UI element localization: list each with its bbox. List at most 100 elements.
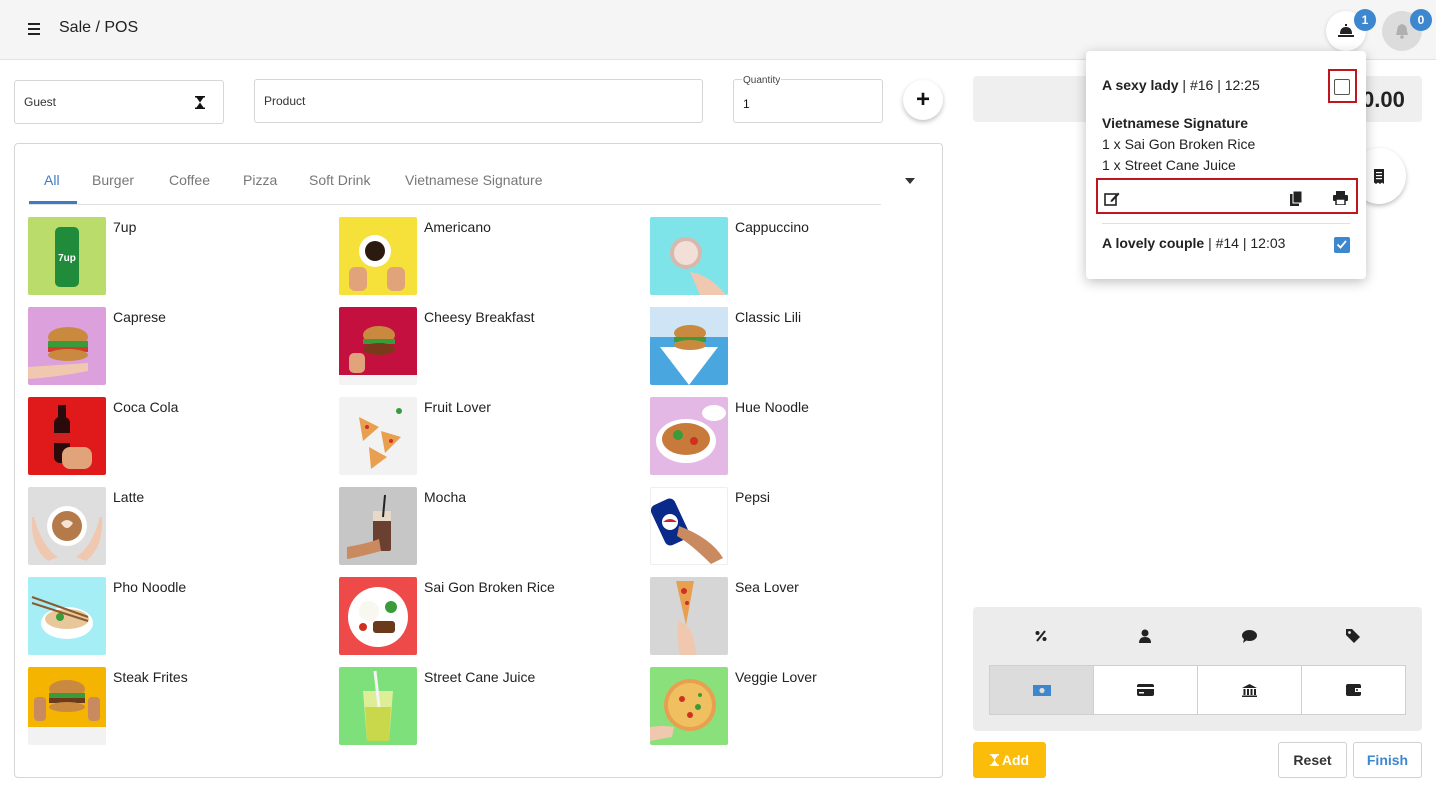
note-comment-icon[interactable] [1239,627,1259,645]
order-category: Vietnamese Signature [1102,115,1249,131]
hamburger-menu-icon[interactable] [24,20,44,40]
product-image [339,397,417,475]
tabs-dropdown-icon[interactable] [905,178,915,184]
active-tab-indicator [29,201,77,204]
product-image [339,217,417,295]
product-name: Hue Noodle [735,399,809,415]
product-name: Veggie Lover [735,669,817,685]
product-name: Classic Lili [735,309,802,325]
product-image [28,577,106,655]
pending-orders-popup: A sexy lady | #16 | 12:25 Vietnamese Sig… [1086,51,1366,279]
product-name: Cappuccino [735,219,809,235]
product-name: Pho Noodle [113,579,187,595]
product-name: Sai Gon Broken Rice [424,579,555,595]
product-card[interactable]: Caprese [28,307,328,387]
product-card[interactable]: Americano [339,217,639,297]
hourglass-icon [989,754,999,766]
print-order-icon[interactable] [1331,189,1349,207]
order-header[interactable]: A sexy lady | #16 | 12:25 [1102,77,1260,93]
tab-all[interactable]: All [44,172,60,188]
product-card[interactable]: Cappuccino [650,217,950,297]
product-card[interactable]: Pho Noodle [28,577,328,657]
receipt-icon [1374,168,1384,184]
product-image [28,667,106,745]
hourglass-icon[interactable] [195,96,205,109]
product-card[interactable]: Cheesy Breakfast [339,307,639,387]
orders-count-badge: 1 [1354,9,1376,31]
product-name: Street Cane Juice [424,669,536,685]
tab-soft-drink[interactable]: Soft Drink [309,172,370,188]
add-product-button[interactable]: + [903,80,943,120]
product-card[interactable]: Latte [28,487,328,567]
customer-icon[interactable] [1135,627,1155,645]
guest-input[interactable]: Guest [14,80,224,124]
copy-order-icon[interactable] [1287,189,1305,207]
service-bell-icon [1338,24,1354,37]
product-image [339,487,417,565]
reset-button[interactable]: Reset [1278,742,1347,778]
order-meta: | #16 | 12:25 [1178,77,1260,93]
product-card[interactable]: Coca Cola [28,397,328,477]
product-image [28,397,106,475]
plus-icon: + [915,86,930,113]
pay-bank-button[interactable] [1198,666,1302,714]
order-select-checkbox[interactable] [1334,237,1350,253]
product-card[interactable]: Steak Frites [28,667,328,747]
order-select-checkbox[interactable] [1334,79,1350,95]
product-image [650,487,728,565]
product-card[interactable]: Sai Gon Broken Rice [339,577,639,657]
product-name: Mocha [424,489,467,505]
tab-burger[interactable]: Burger [92,172,134,188]
orders-bell-button[interactable]: 1 [1326,9,1376,51]
product-name: Cheesy Breakfast [424,309,535,325]
quantity-value: 1 [743,97,750,111]
product-name: Fruit Lover [424,399,491,415]
product-image [339,577,417,655]
discount-percent-icon[interactable] [1031,627,1051,645]
tag-icon[interactable] [1343,627,1363,645]
edit-order-icon[interactable] [1103,189,1121,207]
tab-vietnamese-signature[interactable]: Vietnamese Signature [405,172,543,188]
highlight-frame [1096,178,1358,214]
product-name: Caprese [113,309,166,325]
quantity-field[interactable]: Quantity 1 [733,75,883,123]
tab-coffee[interactable]: Coffee [169,172,210,188]
notifications-count-badge: 0 [1410,9,1432,31]
product-card[interactable]: Classic Lili [650,307,950,387]
checkmark-icon [1336,240,1347,249]
product-card[interactable]: Hue Noodle [650,397,950,477]
product-image [28,307,106,385]
finish-button[interactable]: Finish [1353,742,1422,778]
page-title: Sale / POS [59,19,139,36]
product-image [650,217,728,295]
product-image [650,667,728,745]
product-card[interactable]: 7up 7up [28,217,328,297]
tab-pizza[interactable]: Pizza [243,172,277,188]
order-guest-name: A lovely couple [1102,235,1205,251]
product-card[interactable]: Sea Lover [650,577,950,657]
product-card[interactable]: Pepsi [650,487,950,567]
product-card[interactable]: Fruit Lover [339,397,639,477]
product-image [339,307,417,385]
product-placeholder: Product [264,94,306,108]
payment-methods [989,665,1406,715]
order-header[interactable]: A lovely couple | #14 | 12:03 [1102,235,1285,251]
pay-card-button[interactable] [1094,666,1198,714]
add-pending-order-button[interactable]: Add [973,742,1046,778]
pay-wallet-button[interactable] [1302,666,1405,714]
bank-icon [1242,683,1257,697]
bell-icon [1396,24,1408,39]
total-amount: 0.00 [1362,87,1405,112]
pay-cash-button[interactable] [990,666,1094,714]
product-card[interactable]: Street Cane Juice [339,667,639,747]
product-card[interactable]: Mocha [339,487,639,567]
add-button-label: Add [1001,752,1030,768]
svg-text:7up: 7up [58,253,76,264]
notifications-button[interactable]: 0 [1382,9,1432,51]
product-card[interactable]: Veggie Lover [650,667,950,747]
product-image [339,667,417,745]
product-search-input[interactable]: Product [254,79,703,123]
product-image [28,487,106,565]
wallet-icon [1346,684,1361,696]
product-image [650,307,728,385]
